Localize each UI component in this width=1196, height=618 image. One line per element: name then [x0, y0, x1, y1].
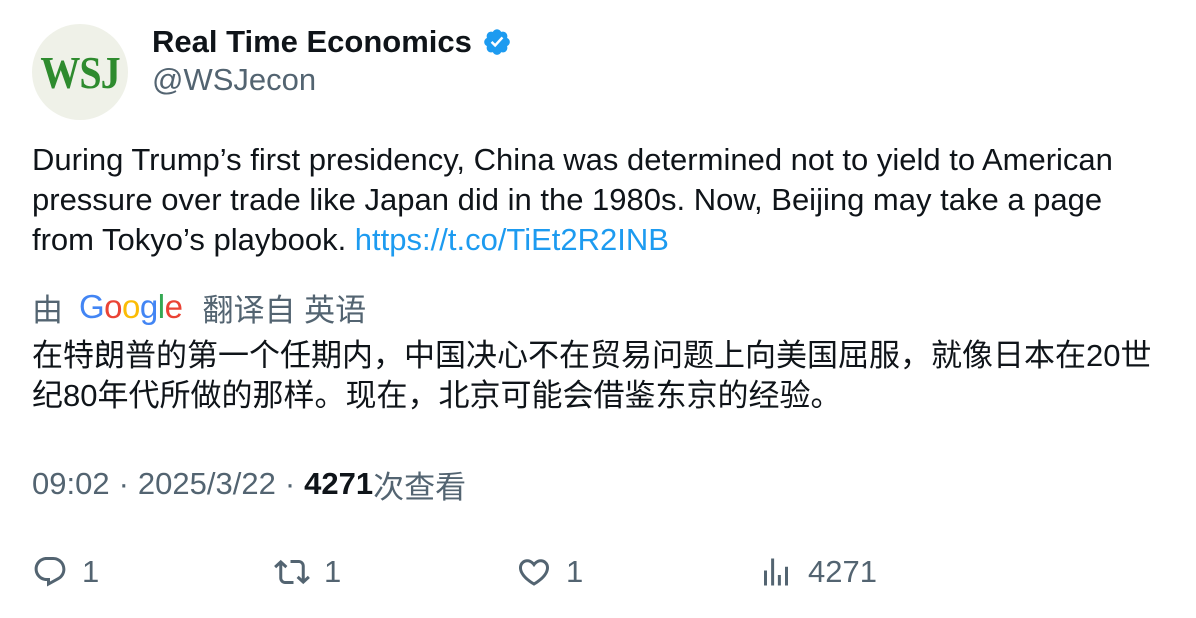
avatar-logo-text: WSJ	[40, 46, 120, 98]
heart-icon	[518, 559, 550, 586]
author-handle[interactable]: @WSJecon	[152, 62, 316, 98]
tweet-link[interactable]: https://t.co/TiEt2R2INB	[355, 222, 669, 257]
google-logo: Google	[79, 288, 183, 325]
like-button[interactable]: 1	[516, 552, 583, 592]
like-count: 1	[566, 554, 584, 589]
retweet-icon	[274, 559, 310, 585]
verified-badge-icon[interactable]	[482, 27, 512, 57]
translated-text: 在特朗普的第一个任期内，中国决心不在贸易问题上向美国屈服，就像日本在20世纪80…	[32, 338, 1152, 413]
display-name[interactable]: Real Time Economics	[152, 24, 472, 60]
tweet-date[interactable]: 2025/3/22	[138, 466, 276, 502]
translation-source-label[interactable]: 翻译自 英语	[202, 285, 366, 330]
tweet-card: WSJ Real Time Economics @WSJecon During …	[0, 0, 1196, 618]
reply-icon	[34, 557, 66, 587]
views-action-count: 4271	[808, 554, 877, 589]
retweet-count: 1	[324, 554, 342, 589]
avatar[interactable]: WSJ	[32, 24, 128, 120]
tweet-meta: 09:02 · 2025/3/22 · 4271 次查看	[32, 464, 467, 505]
author-name-row: Real Time Economics	[152, 22, 512, 62]
views-count: 4271	[304, 466, 374, 501]
views-button[interactable]: 4271	[758, 552, 877, 592]
meta-separator: ·	[284, 466, 296, 501]
tweet-time[interactable]: 09:02	[32, 466, 110, 502]
action-bar: 1 1 1 4271	[32, 552, 1172, 592]
bar-chart-icon	[764, 558, 788, 586]
views-label: 次查看	[373, 469, 467, 505]
tweet-body: During Trump’s first presidency, China w…	[32, 140, 1172, 260]
reply-button[interactable]: 1	[32, 552, 99, 592]
translation-attribution: 由 Google 翻译自 英语	[32, 286, 366, 328]
translation-prefix: 由	[32, 292, 63, 328]
meta-separator: ·	[118, 466, 129, 501]
retweet-button[interactable]: 1	[274, 552, 341, 592]
reply-count: 1	[82, 554, 100, 589]
